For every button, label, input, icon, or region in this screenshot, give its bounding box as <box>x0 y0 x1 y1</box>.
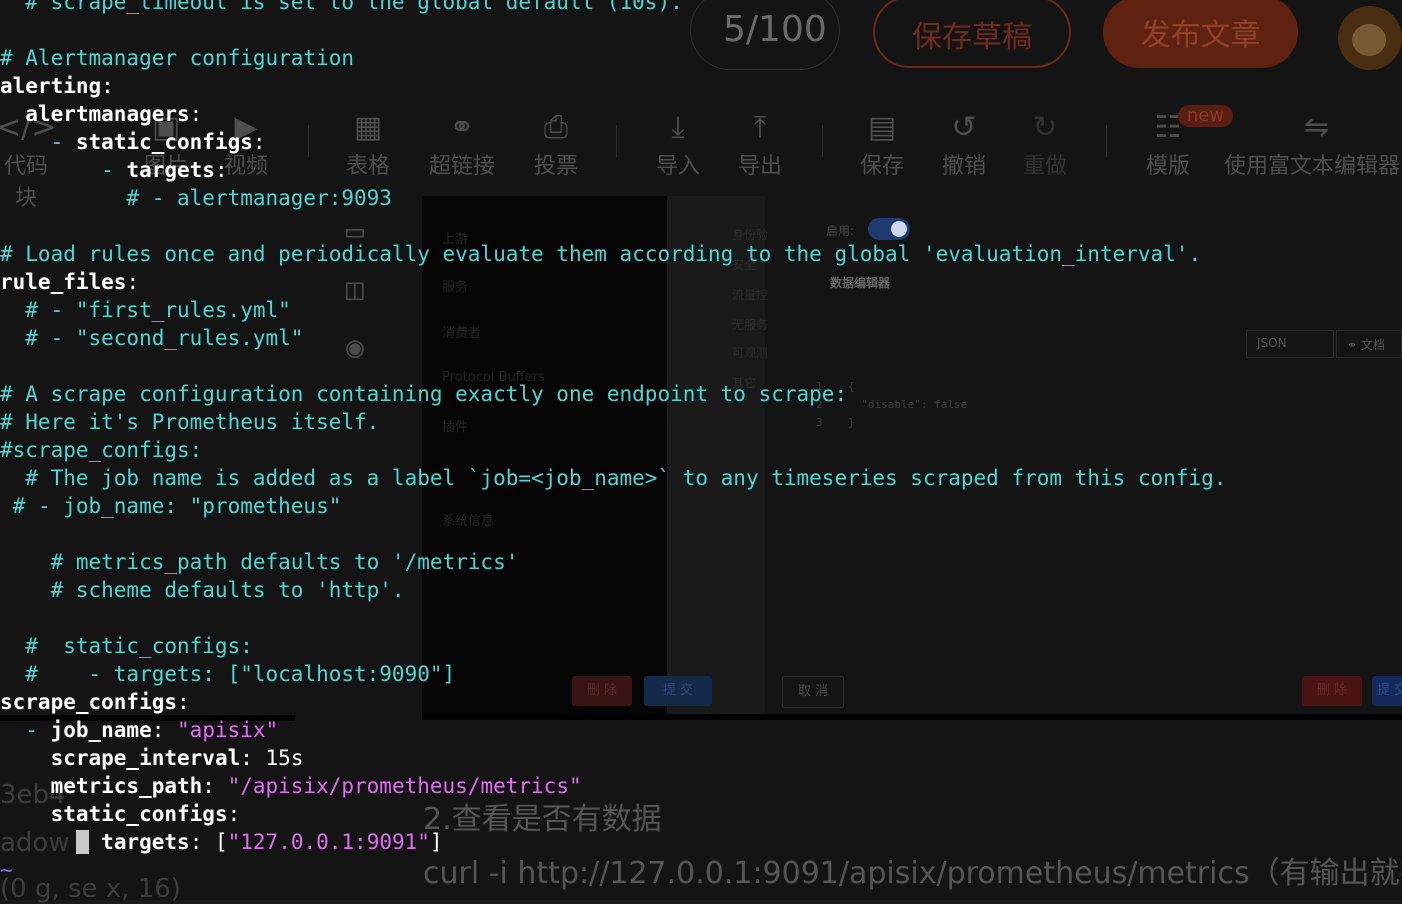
yaml-line: scrape_interval: 15s <box>50 746 304 770</box>
comment-line: # static_configs: <box>0 634 253 658</box>
vim-cursor: - <box>75 830 89 854</box>
terminal-vim-buffer[interactable]: # scrape_timeout is set to the global de… <box>0 0 1402 900</box>
comment-line: # - alertmanager:9093 <box>0 186 392 210</box>
yaml-line: - static_configs: <box>0 130 266 154</box>
yaml-line: metrics_path: "/apisix/prometheus/metric… <box>50 774 582 798</box>
comment-line: # - targets: ["localhost:9090"] <box>0 662 456 686</box>
comment-line: #scrape_configs: <box>0 438 203 462</box>
comment-line: # Alertmanager configuration <box>0 46 355 70</box>
yaml-line: - job_name: "apisix" <box>0 718 279 742</box>
comment-line: # A scrape configuration containing exac… <box>0 382 848 406</box>
yaml-line: alerting: <box>0 74 114 98</box>
comment-line: # scrape_timeout is set to the global de… <box>0 0 683 14</box>
yaml-line: - targets: ["127.0.0.1:9091"] <box>75 830 443 854</box>
comment-line: # scheme defaults to 'http'. <box>0 578 405 602</box>
yaml-line: static_configs: <box>50 802 241 826</box>
comment-line: # - "first_rules.yml" <box>0 298 291 322</box>
vim-empty-line: ~ <box>0 858 13 882</box>
comment-line: # metrics_path defaults to '/metrics' <box>0 550 519 574</box>
yaml-line: rule_files: <box>0 270 140 294</box>
comment-line: # Here it's Prometheus itself. <box>0 410 380 434</box>
comment-line: # The job name is added as a label `job=… <box>0 466 1227 490</box>
comment-line: # Load rules once and periodically evalu… <box>0 242 1202 266</box>
yaml-line: alertmanagers: <box>25 102 203 126</box>
comment-line: # - "second_rules.yml" <box>0 326 304 350</box>
yaml-line: - targets: <box>0 158 228 182</box>
yaml-line: scrape_configs: <box>0 690 190 714</box>
comment-line: # - job_name: "prometheus" <box>0 494 342 518</box>
